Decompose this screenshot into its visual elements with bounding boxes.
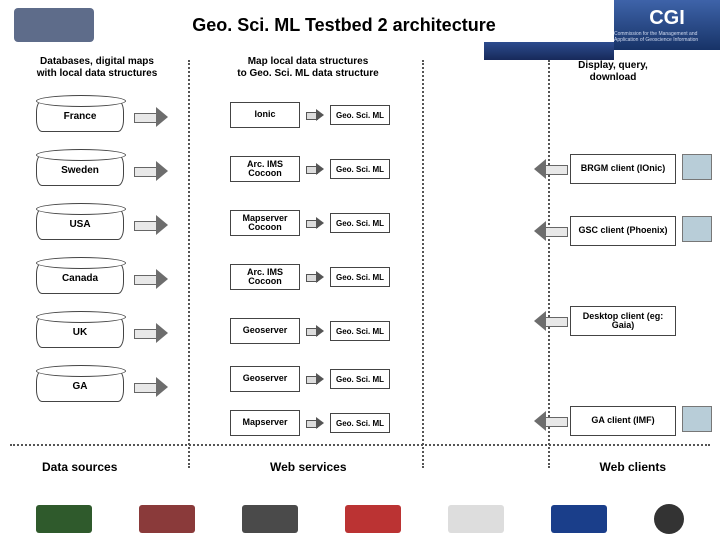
arrow-small-right-icon: [306, 165, 324, 173]
service-transform: Mapserver Cocoon: [230, 210, 300, 236]
footer-logos: [0, 498, 720, 540]
cgi-logo-text: CGI: [649, 7, 685, 30]
service-transform: Arc. IMS Cocoon: [230, 156, 300, 182]
arrow-small-right-icon: [306, 327, 324, 335]
datasource-canada: Canada: [36, 262, 124, 296]
client-thumbnail-icon: [682, 154, 712, 180]
ga-logo-icon: [448, 505, 504, 533]
arrow-left-icon: [534, 162, 568, 176]
column-3-header: Display, query, download: [558, 60, 668, 83]
brgm-logo-icon: [242, 505, 298, 533]
arrow-right-icon: [134, 272, 168, 286]
header: Geo. Sci. ML Testbed 2 architecture CGI …: [0, 0, 720, 50]
service-output: Geo. Sci. ML: [330, 267, 390, 287]
column-1-header: Databases, digital maps with local data …: [22, 56, 172, 79]
service-output: Geo. Sci. ML: [330, 321, 390, 341]
client-box: Desktop client (eg: Gaia): [570, 306, 676, 336]
client-box: GA client (IMF): [570, 406, 676, 436]
arrow-small-right-icon: [306, 273, 324, 281]
bottom-label-web-services: Web services: [270, 460, 347, 474]
arrow-small-right-icon: [306, 419, 324, 427]
victoria-logo-icon: [551, 505, 607, 533]
bgs-logo-icon: [139, 505, 195, 533]
arrow-left-icon: [534, 414, 568, 428]
datasource-sweden: Sweden: [36, 154, 124, 188]
horizontal-divider: [10, 444, 710, 446]
arrow-small-right-icon: [306, 375, 324, 383]
datasource-label: Canada: [36, 262, 124, 294]
usgs-logo-icon: [36, 505, 92, 533]
sgu-logo-icon: [345, 505, 401, 533]
arrow-right-icon: [134, 326, 168, 340]
arrow-right-icon: [134, 218, 168, 232]
service-output: Geo. Sci. ML: [330, 369, 390, 389]
service-transform: Ionic: [230, 102, 300, 128]
arrow-right-icon: [134, 110, 168, 124]
column-2-header: Map local data structures to Geo. Sci. M…: [218, 56, 398, 79]
arrow-left-icon: [534, 224, 568, 238]
datasource-ga: GA: [36, 370, 124, 404]
service-transform: Geoserver: [230, 318, 300, 344]
datasource-usa: USA: [36, 208, 124, 242]
datasource-uk: UK: [36, 316, 124, 350]
client-thumbnail-icon: [682, 406, 712, 432]
bottom-label-web-clients: Web clients: [600, 460, 666, 474]
column-divider-2: [422, 60, 424, 468]
service-output: Geo. Sci. ML: [330, 159, 390, 179]
column-divider-1: [188, 60, 190, 468]
service-transform: Geoserver: [230, 366, 300, 392]
client-box: GSC client (Phoenix): [570, 216, 676, 246]
column-divider-3: [548, 60, 550, 468]
datasource-france: France: [36, 100, 124, 134]
datasource-label: France: [36, 100, 124, 132]
arrow-small-right-icon: [306, 111, 324, 119]
arrow-right-icon: [134, 164, 168, 178]
cgi-logo-icon: CGI Commission for the Management and Ap…: [614, 0, 720, 50]
architecture-diagram: Databases, digital maps with local data …: [0, 50, 720, 480]
datasource-label: USA: [36, 208, 124, 240]
service-transform: Mapserver: [230, 410, 300, 436]
datasource-label: UK: [36, 316, 124, 348]
bottom-label-data-sources: Data sources: [42, 460, 117, 474]
client-thumbnail-icon: [682, 216, 712, 242]
service-output: Geo. Sci. ML: [330, 413, 390, 433]
csiro-logo-icon: [654, 504, 684, 534]
datasource-label: GA: [36, 370, 124, 402]
client-box: BRGM client (IOnic): [570, 154, 676, 184]
page-title: Geo. Sci. ML Testbed 2 architecture: [74, 15, 614, 36]
cgi-logo-subtitle: Commission for the Management and Applic…: [614, 31, 720, 43]
service-output: Geo. Sci. ML: [330, 213, 390, 233]
arrow-small-right-icon: [306, 219, 324, 227]
datasource-label: Sweden: [36, 154, 124, 186]
arrow-left-icon: [534, 314, 568, 328]
service-transform: Arc. IMS Cocoon: [230, 264, 300, 290]
arrow-right-icon: [134, 380, 168, 394]
service-output: Geo. Sci. ML: [330, 105, 390, 125]
